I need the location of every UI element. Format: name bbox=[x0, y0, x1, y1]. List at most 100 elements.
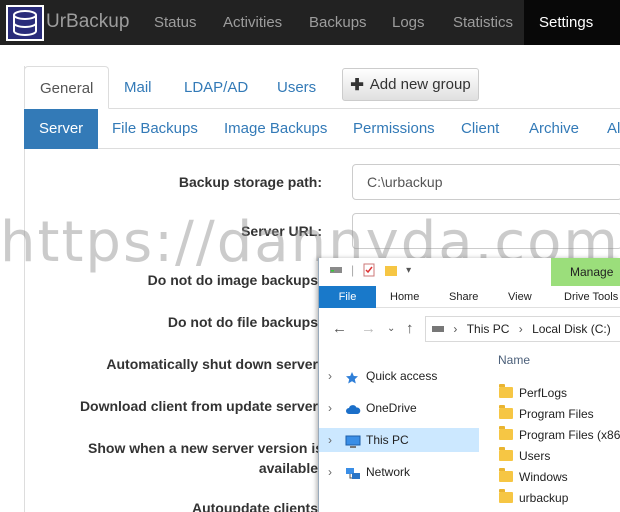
folder-icon bbox=[499, 489, 513, 503]
folder-icon bbox=[499, 468, 513, 482]
server-url-input[interactable] bbox=[352, 213, 620, 249]
chevron-right-icon: › bbox=[518, 322, 523, 336]
show-new-version-label: Show when a new server version is bbox=[88, 440, 323, 456]
file-row-program-files[interactable]: Program Files bbox=[499, 404, 594, 424]
file-name: Windows bbox=[519, 470, 568, 484]
drive-icon[interactable] bbox=[329, 263, 343, 277]
screen: UrBackup Status Activities Backups Logs … bbox=[0, 0, 620, 512]
tab-mail[interactable]: Mail bbox=[109, 66, 167, 109]
auto-shutdown-label: Automatically shut down server bbox=[106, 356, 318, 372]
nav-pane-label: Network bbox=[366, 465, 411, 479]
folder-icon bbox=[499, 384, 513, 398]
chevron-right-icon: › bbox=[453, 322, 458, 336]
customize-toolbar-icon[interactable]: ▾ bbox=[406, 265, 411, 276]
backup-storage-path-label: Backup storage path: bbox=[178, 174, 322, 190]
manage-tab[interactable]: Manage bbox=[551, 258, 620, 286]
top-navbar: UrBackup Status Activities Backups Logs … bbox=[0, 0, 620, 45]
explorer-ribbon: File Home Share View Drive Tools bbox=[319, 286, 620, 308]
star-icon bbox=[345, 369, 359, 384]
file-name: Program Files bbox=[519, 407, 594, 421]
subtab-archive[interactable]: Archive bbox=[514, 109, 594, 149]
server-url-label: Server URL: bbox=[241, 223, 322, 239]
subtab-server[interactable]: Server bbox=[24, 109, 99, 149]
file-row-program-files-x86[interactable]: Program Files (x86) bbox=[499, 425, 620, 445]
computer-icon bbox=[345, 433, 361, 448]
network-icon bbox=[345, 465, 360, 479]
quick-access-toolbar: | ▾ bbox=[329, 263, 411, 277]
folder-icon bbox=[499, 426, 513, 440]
subtab-image-backups[interactable]: Image Backups bbox=[209, 109, 342, 149]
backup-storage-path-input[interactable]: C:\urbackup bbox=[352, 164, 620, 200]
up-arrow-icon[interactable]: ↑ bbox=[406, 320, 414, 337]
folder-icon bbox=[499, 405, 513, 419]
urbackup-logo-icon bbox=[6, 5, 44, 41]
no-image-backups-label: Do not do image backups bbox=[147, 272, 318, 288]
nav-pane-quick-access[interactable]: › Quick access bbox=[319, 364, 479, 388]
address-bar[interactable]: › This PC › Local Disk (C:) bbox=[425, 316, 620, 342]
address-drive-icon bbox=[432, 326, 444, 332]
nav-backups[interactable]: Backups bbox=[294, 0, 382, 45]
subtab-al[interactable]: Al bbox=[592, 109, 620, 149]
add-new-group-label: Add new group bbox=[369, 76, 471, 93]
ribbon-tab-share[interactable]: Share bbox=[449, 286, 478, 308]
chevron-right-icon[interactable]: › bbox=[328, 396, 332, 420]
back-arrow-icon[interactable]: ← bbox=[332, 320, 347, 337]
ribbon-tab-home[interactable]: Home bbox=[390, 286, 419, 308]
properties-icon[interactable] bbox=[362, 263, 376, 277]
chevron-right-icon[interactable]: › bbox=[328, 364, 332, 388]
forward-arrow-icon[interactable]: → bbox=[361, 320, 376, 337]
subtab-permissions[interactable]: Permissions bbox=[338, 109, 450, 149]
settings-subtabs: Server File Backups Image Backups Permis… bbox=[24, 109, 620, 149]
separator-icon: | bbox=[351, 263, 355, 277]
ribbon-tab-view[interactable]: View bbox=[508, 286, 532, 308]
chevron-right-icon[interactable]: › bbox=[328, 428, 332, 452]
file-name: Program Files (x86) bbox=[519, 428, 620, 442]
ribbon-tab-drive-tools[interactable]: Drive Tools bbox=[564, 286, 618, 308]
explorer-title-bar: | ▾ Manage bbox=[319, 258, 620, 286]
nav-pane-label: Quick access bbox=[366, 369, 438, 383]
nav-pane-onedrive[interactable]: › OneDrive bbox=[319, 396, 479, 420]
add-new-group-button[interactable]: ✚ Add new group bbox=[342, 68, 479, 101]
nav-status[interactable]: Status bbox=[139, 0, 212, 45]
file-name: Users bbox=[519, 449, 551, 463]
new-folder-icon[interactable] bbox=[384, 263, 398, 277]
file-name: urbackup bbox=[519, 491, 569, 505]
nav-logs[interactable]: Logs bbox=[377, 0, 440, 45]
file-explorer-window[interactable]: | ▾ Manage File Home Share View Drive To… bbox=[318, 258, 620, 512]
nav-pane-label: This PC bbox=[366, 433, 409, 447]
tab-general[interactable]: General bbox=[24, 66, 110, 109]
nav-pane-this-pc[interactable]: › This PC bbox=[319, 428, 479, 452]
nav-pane-label: OneDrive bbox=[366, 401, 417, 415]
nav-settings[interactable]: Settings bbox=[524, 0, 620, 45]
download-client-label: Download client from update server bbox=[79, 398, 318, 414]
plus-icon: ✚ bbox=[350, 76, 364, 94]
no-file-backups-label: Do not do file backups bbox=[167, 314, 318, 330]
folder-icon bbox=[499, 447, 513, 461]
address-segment-this-pc[interactable]: This PC bbox=[467, 322, 510, 336]
file-row-urbackup[interactable]: urbackup bbox=[499, 488, 568, 508]
autoupdate-clients-label: Autoupdate clients bbox=[191, 500, 318, 512]
nav-statistics[interactable]: Statistics bbox=[438, 0, 528, 45]
chevron-right-icon[interactable]: › bbox=[328, 460, 332, 484]
navigation-pane: › Quick access › OneDrive › This PC › Ne… bbox=[319, 350, 489, 512]
settings-tabs: General Mail LDAP/AD Users bbox=[24, 66, 620, 109]
address-segment-local-disk[interactable]: Local Disk (C:) bbox=[532, 322, 611, 336]
subtab-file-backups[interactable]: File Backups bbox=[97, 109, 213, 149]
recent-dropdown-icon[interactable]: ⌄ bbox=[387, 323, 395, 334]
show-new-version-label-cont: available bbox=[258, 460, 318, 476]
ribbon-tab-file[interactable]: File bbox=[319, 286, 376, 308]
tab-ldap-ad[interactable]: LDAP/AD bbox=[169, 66, 263, 109]
cloud-icon bbox=[345, 401, 361, 415]
name-column-header[interactable]: Name bbox=[498, 353, 530, 367]
file-row-users[interactable]: Users bbox=[499, 446, 550, 466]
brand-title: UrBackup bbox=[46, 11, 130, 32]
nav-pane-network[interactable]: › Network bbox=[319, 460, 479, 484]
file-row-windows[interactable]: Windows bbox=[499, 467, 568, 487]
file-name: PerfLogs bbox=[519, 386, 568, 400]
subtab-client[interactable]: Client bbox=[446, 109, 514, 149]
nav-activities[interactable]: Activities bbox=[208, 0, 297, 45]
tab-users[interactable]: Users bbox=[262, 66, 331, 109]
file-row-perflogs[interactable]: PerfLogs bbox=[499, 383, 567, 403]
file-list: Name PerfLogs Program Files Program File… bbox=[489, 350, 620, 512]
explorer-address-row: ← → ⌄ ↑ › This PC › Local Disk (C:) bbox=[319, 308, 620, 350]
